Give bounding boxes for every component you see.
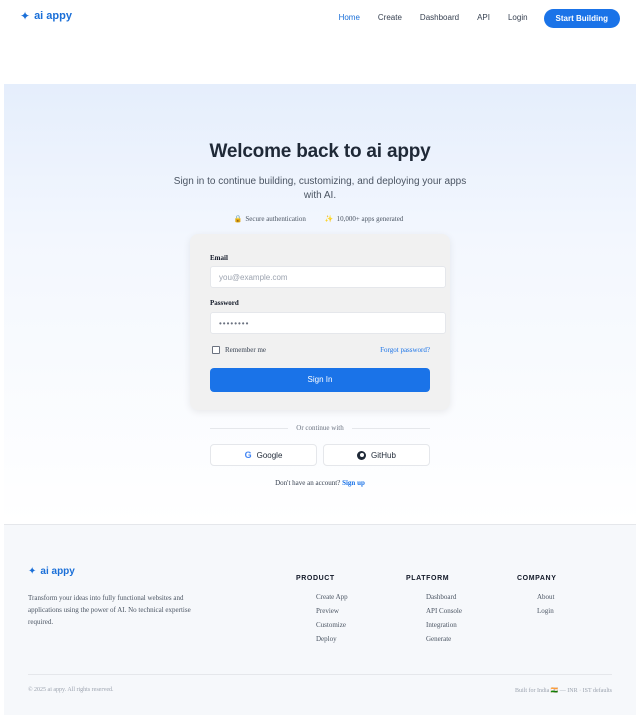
sparkles-icon: ✨ <box>324 215 334 223</box>
sparkle-icon: ✦ <box>20 9 31 23</box>
sparkle-icon: ✦ <box>28 566 37 577</box>
nav-link-home[interactable]: Home <box>339 8 360 28</box>
page-title: Welcome back to ai appy <box>209 141 431 162</box>
footer-link-deploy[interactable]: Deploy <box>296 632 348 646</box>
footer-link-generate[interactable]: Generate <box>406 632 462 646</box>
nav-link-create[interactable]: Create <box>378 8 402 28</box>
remember-label: Remember me <box>225 346 267 354</box>
divider-text: Or continue with <box>296 424 344 432</box>
brand-name: ai appy <box>34 10 72 22</box>
footer-link-integration[interactable]: Integration <box>406 618 462 632</box>
github-label: GitHub <box>371 450 396 460</box>
copyright-text: © 2025 ai appy. All rights reserved. <box>28 687 114 693</box>
remember-me[interactable]: Remember me <box>212 346 266 354</box>
footer-logo[interactable]: ✦ ai appy <box>28 566 75 577</box>
footer-brand-name: ai appy <box>40 566 75 577</box>
top-nav: ✦ ai appy Home Create Dashboard API Logi… <box>0 0 640 36</box>
nav-link-dashboard[interactable]: Dashboard <box>420 8 459 28</box>
signup-prompt-text: Don't have an account? <box>275 479 341 487</box>
page-subtitle: Sign in to continue building, customizin… <box>173 176 467 201</box>
email-field[interactable]: you@example.com <box>210 266 446 288</box>
google-icon: G <box>244 450 252 460</box>
sign-up-link[interactable]: Sign up <box>342 479 365 487</box>
footer-link-preview[interactable]: Preview <box>296 604 348 618</box>
built-for-text: Built for India 🇮🇳 — INR · IST defaults <box>514 688 612 694</box>
password-field[interactable]: •••••••• <box>210 312 446 334</box>
footer-link-create-app[interactable]: Create App <box>296 590 348 604</box>
badge-text: Secure authentication <box>245 215 306 223</box>
footer-column-company: COMPANY About Login <box>517 575 556 618</box>
footer-column-title: PRODUCT <box>296 575 335 582</box>
sign-in-button[interactable]: Sign In <box>210 368 430 392</box>
trust-badges: 🔒 Secure authentication ✨ 10,000+ apps gen… <box>0 215 640 223</box>
brand-logo[interactable]: ✦ ai appy <box>20 10 72 22</box>
google-label: Google <box>256 450 283 460</box>
badge-text: 10,000+ apps generated <box>336 215 404 223</box>
remember-checkbox[interactable] <box>212 346 220 354</box>
signup-prompt: Don't have an account? Sign up <box>0 479 640 487</box>
secure-auth-badge: 🔒 Secure authentication <box>234 215 309 223</box>
nav-links: Home Create Dashboard API Login Start Bu… <box>321 8 620 28</box>
github-signin-button[interactable]: GitHub <box>323 444 430 466</box>
email-label: Email <box>210 254 228 262</box>
password-label: Password <box>210 299 239 307</box>
github-icon <box>357 450 367 460</box>
nav-link-login[interactable]: Login <box>508 8 528 28</box>
start-building-button[interactable]: Start Building <box>543 8 620 28</box>
login-card: Email you@example.com Password •••••••• … <box>190 234 450 410</box>
oauth-divider: Or continue with <box>210 423 430 433</box>
footer-column-title: COMPANY <box>517 575 557 582</box>
footer-link-about[interactable]: About <box>517 590 556 604</box>
forgot-password-link[interactable]: Forgot password? <box>380 346 430 354</box>
footer-column-platform: PLATFORM Dashboard API Console Integrati… <box>406 575 462 646</box>
footer-column-product: PRODUCT Create App Preview Customize Dep… <box>296 575 348 646</box>
footer-link-dashboard[interactable]: Dashboard <box>406 590 462 604</box>
footer-link-login[interactable]: Login <box>517 604 556 618</box>
footer-description: Transform your ideas into fully function… <box>28 594 191 626</box>
apps-generated-badge: ✨ 10,000+ apps generated <box>325 215 406 223</box>
footer-link-customize[interactable]: Customize <box>296 618 348 632</box>
footer-divider <box>28 674 612 675</box>
footer-link-api-console[interactable]: API Console <box>406 604 462 618</box>
google-signin-button[interactable]: G Google <box>210 444 317 466</box>
lock-icon: 🔒 <box>233 215 243 223</box>
footer-column-title: PLATFORM <box>406 575 450 582</box>
nav-link-api[interactable]: API <box>477 8 490 28</box>
